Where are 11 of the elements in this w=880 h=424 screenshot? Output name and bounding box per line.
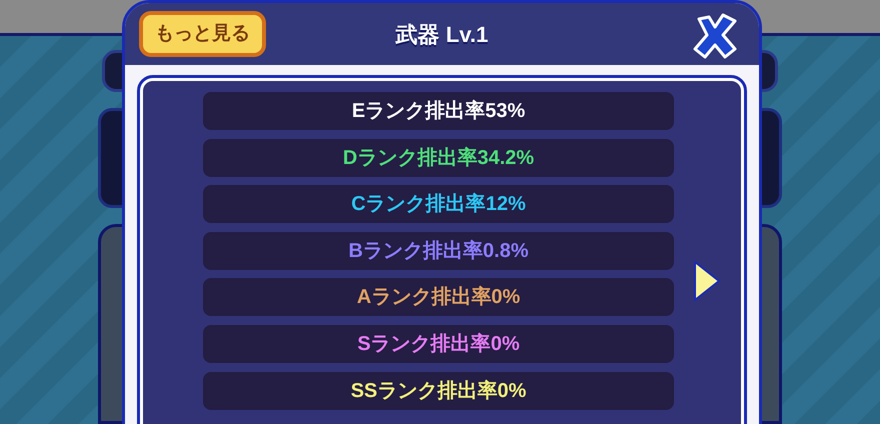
- more-button[interactable]: もっと見る: [139, 11, 266, 57]
- rate-label: Cランク排出率12%: [351, 192, 526, 218]
- rate-label: Sランク排出率0%: [357, 332, 520, 357]
- rate-label: Aランク排出率0%: [356, 284, 520, 310]
- close-icon[interactable]: [691, 13, 739, 59]
- rate-label: Eランク排出率53%: [352, 98, 526, 124]
- rate-label: SSランク排出率0%: [350, 378, 526, 404]
- rate-label: Bランク排出率0.8%: [348, 238, 529, 264]
- next-arrow-icon[interactable]: [693, 260, 721, 302]
- dialog-title: 武器 Lv.1: [396, 20, 488, 48]
- rate-label: Dランク排出率34.2%: [342, 146, 534, 171]
